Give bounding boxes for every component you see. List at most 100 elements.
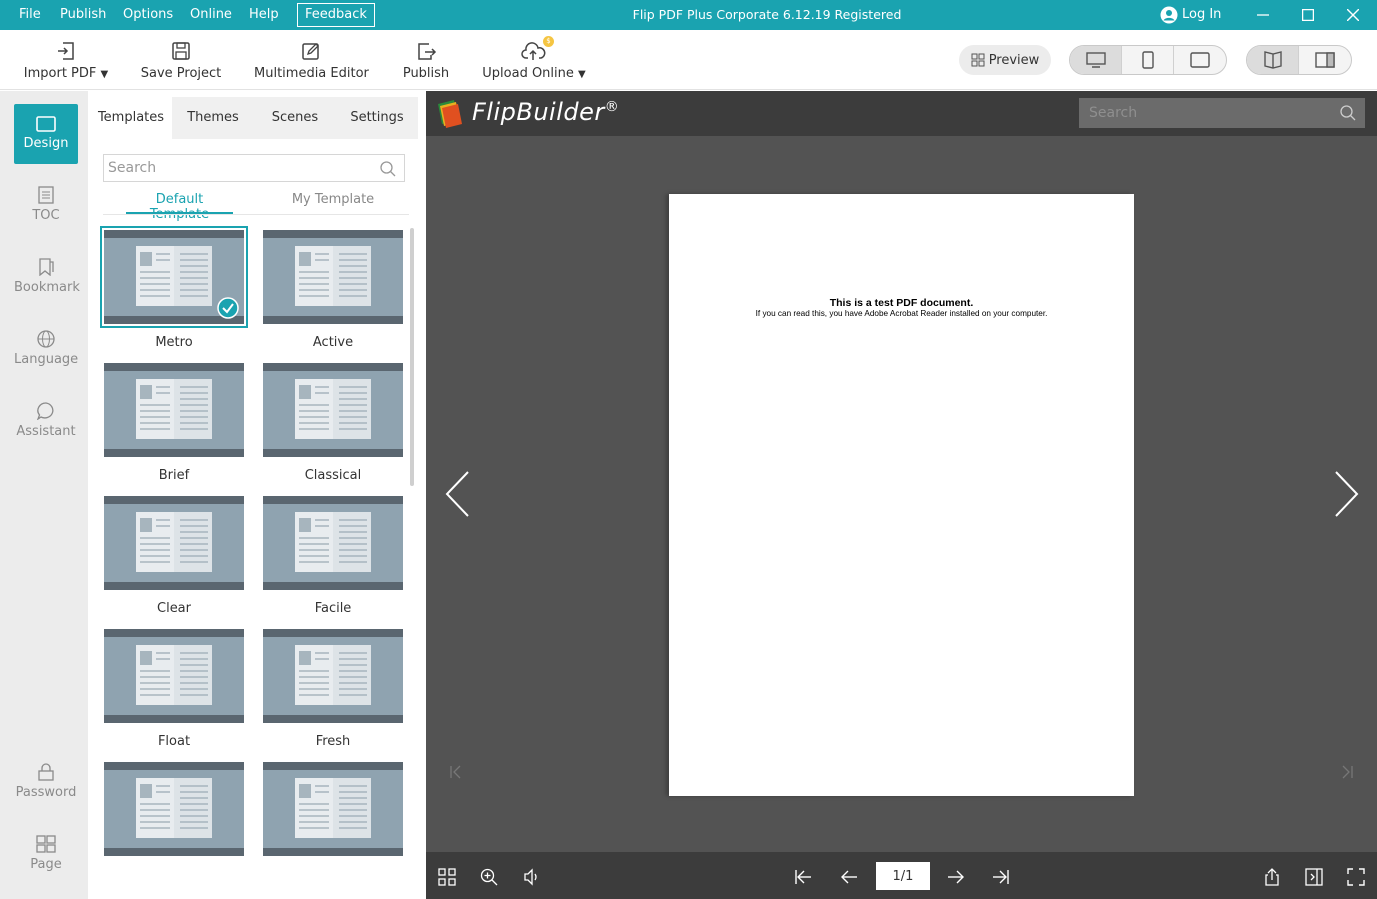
menu-online[interactable]: Online — [190, 0, 232, 30]
import-pdf-button[interactable]: Import PDF ▼ — [22, 40, 110, 81]
page-number-input[interactable] — [876, 862, 930, 890]
first-page-edge-button[interactable] — [449, 765, 463, 783]
nav-bookmark[interactable]: Bookmark — [14, 248, 80, 308]
tablet-view-button[interactable] — [1174, 46, 1226, 74]
book-preview-icon — [104, 363, 244, 457]
tab-scenes[interactable]: Scenes — [254, 97, 336, 139]
phone-view-button[interactable] — [1122, 46, 1174, 74]
first-page-button[interactable] — [790, 864, 816, 890]
brand-name: FlipBuilder — [472, 98, 605, 126]
menu-options[interactable]: Options — [123, 0, 173, 30]
prev-page-arrow[interactable] — [444, 470, 472, 522]
panel-scrollbar[interactable] — [410, 228, 414, 486]
book-page[interactable]: This is a test PDF document. If you can … — [669, 194, 1134, 796]
grid-preview-icon — [971, 53, 985, 67]
single-page-button[interactable] — [1299, 46, 1351, 74]
preview-button[interactable]: Preview — [959, 45, 1051, 75]
minimize-icon — [1257, 14, 1269, 16]
upload-online-button[interactable]: $ Upload Online ▼ — [482, 36, 586, 81]
viewer-search-input[interactable] — [1089, 102, 1329, 124]
nav-design[interactable]: Design — [14, 104, 78, 164]
login-button[interactable]: Log In — [1160, 0, 1221, 30]
multimedia-editor-button[interactable]: Multimedia Editor — [254, 40, 369, 81]
template-thumbnail[interactable] — [104, 762, 244, 856]
menu-file[interactable]: File — [19, 0, 41, 30]
next-page-button[interactable] — [943, 864, 969, 890]
search-icon[interactable] — [1340, 105, 1356, 121]
book-preview-icon — [263, 496, 403, 590]
save-project-button[interactable]: Save Project — [140, 40, 222, 81]
template-thumbnail[interactable] — [263, 762, 403, 856]
bookmark-icon — [39, 258, 54, 276]
book-icon — [1263, 51, 1282, 69]
toc-icon — [38, 186, 54, 204]
template-name: Active — [312, 335, 354, 350]
grid-icon — [438, 868, 456, 886]
template-thumbnail[interactable] — [104, 629, 244, 723]
maximize-button[interactable] — [1288, 0, 1328, 30]
chevron-right-icon — [1335, 471, 1359, 517]
desktop-view-button[interactable] — [1070, 46, 1122, 74]
feedback-button[interactable]: Feedback — [297, 3, 375, 27]
template-thumbnail[interactable] — [263, 230, 403, 324]
menu-publish[interactable]: Publish — [60, 0, 106, 30]
subtab-default-template[interactable]: Default Template — [126, 192, 233, 222]
prev-page-button[interactable] — [836, 864, 862, 890]
nav-password[interactable]: Password — [14, 753, 78, 813]
last-page-edge-button[interactable] — [1340, 765, 1354, 783]
template-name: Brief — [158, 468, 190, 483]
book-preview-icon — [104, 762, 244, 856]
template-name: Clear — [157, 601, 191, 616]
template-thumbnail[interactable] — [263, 629, 403, 723]
template-search — [103, 154, 405, 182]
template-thumbnail[interactable] — [263, 496, 403, 590]
publish-label: Publish — [402, 66, 450, 81]
template-thumbnail[interactable] — [104, 363, 244, 457]
tab-themes[interactable]: Themes — [172, 97, 254, 139]
last-page-button[interactable] — [988, 864, 1014, 890]
nav-language[interactable]: Language — [14, 320, 78, 380]
thumbnails-button[interactable] — [434, 864, 460, 890]
nav-toc-label: TOC — [32, 208, 60, 223]
next-page-arrow[interactable] — [1332, 470, 1360, 522]
template-thumbnail[interactable] — [263, 363, 403, 457]
minimize-button[interactable] — [1243, 0, 1283, 30]
template-thumbnail[interactable] — [104, 496, 244, 590]
fullscreen-button[interactable] — [1343, 864, 1369, 890]
user-icon — [1160, 6, 1178, 24]
single-page-mode-button[interactable] — [1301, 864, 1327, 890]
single-page-icon — [1315, 52, 1335, 68]
template-name: Fresh — [315, 734, 351, 749]
tab-templates[interactable]: Templates — [90, 97, 172, 139]
template-search-input[interactable] — [108, 157, 368, 179]
nav-design-label: Design — [23, 136, 69, 151]
zoom-in-button[interactable] — [476, 864, 502, 890]
login-label: Log In — [1182, 7, 1222, 22]
selected-check-icon — [217, 297, 239, 319]
subtab-my-template[interactable]: My Template — [280, 192, 386, 214]
first-page-icon — [795, 870, 811, 884]
nav-page[interactable]: Page — [14, 825, 78, 885]
preview-label: Preview — [988, 52, 1040, 68]
nav-toc[interactable]: TOC — [14, 176, 78, 236]
subtab-divider — [103, 214, 409, 215]
template-thumbnail[interactable] — [100, 226, 248, 328]
close-button[interactable] — [1333, 0, 1373, 30]
menu-help[interactable]: Help — [249, 0, 279, 30]
share-icon — [1265, 868, 1279, 886]
share-button[interactable] — [1259, 864, 1285, 890]
brand-logo: FlipBuilder® — [472, 98, 619, 126]
document-body: If you can read this, you have Adobe Acr… — [755, 309, 1048, 318]
tab-settings[interactable]: Settings — [336, 97, 418, 139]
book-preview-icon — [104, 629, 244, 723]
sound-button[interactable] — [518, 864, 544, 890]
page-mode-icon — [1305, 868, 1323, 886]
book-preview-icon — [263, 762, 403, 856]
double-page-button[interactable] — [1247, 46, 1299, 74]
search-icon[interactable] — [380, 161, 396, 177]
speaker-icon — [524, 868, 537, 886]
edit-icon — [302, 43, 319, 60]
publish-icon — [418, 43, 437, 60]
publish-button[interactable]: Publish — [398, 40, 454, 81]
nav-assistant[interactable]: Assistant — [14, 392, 78, 452]
